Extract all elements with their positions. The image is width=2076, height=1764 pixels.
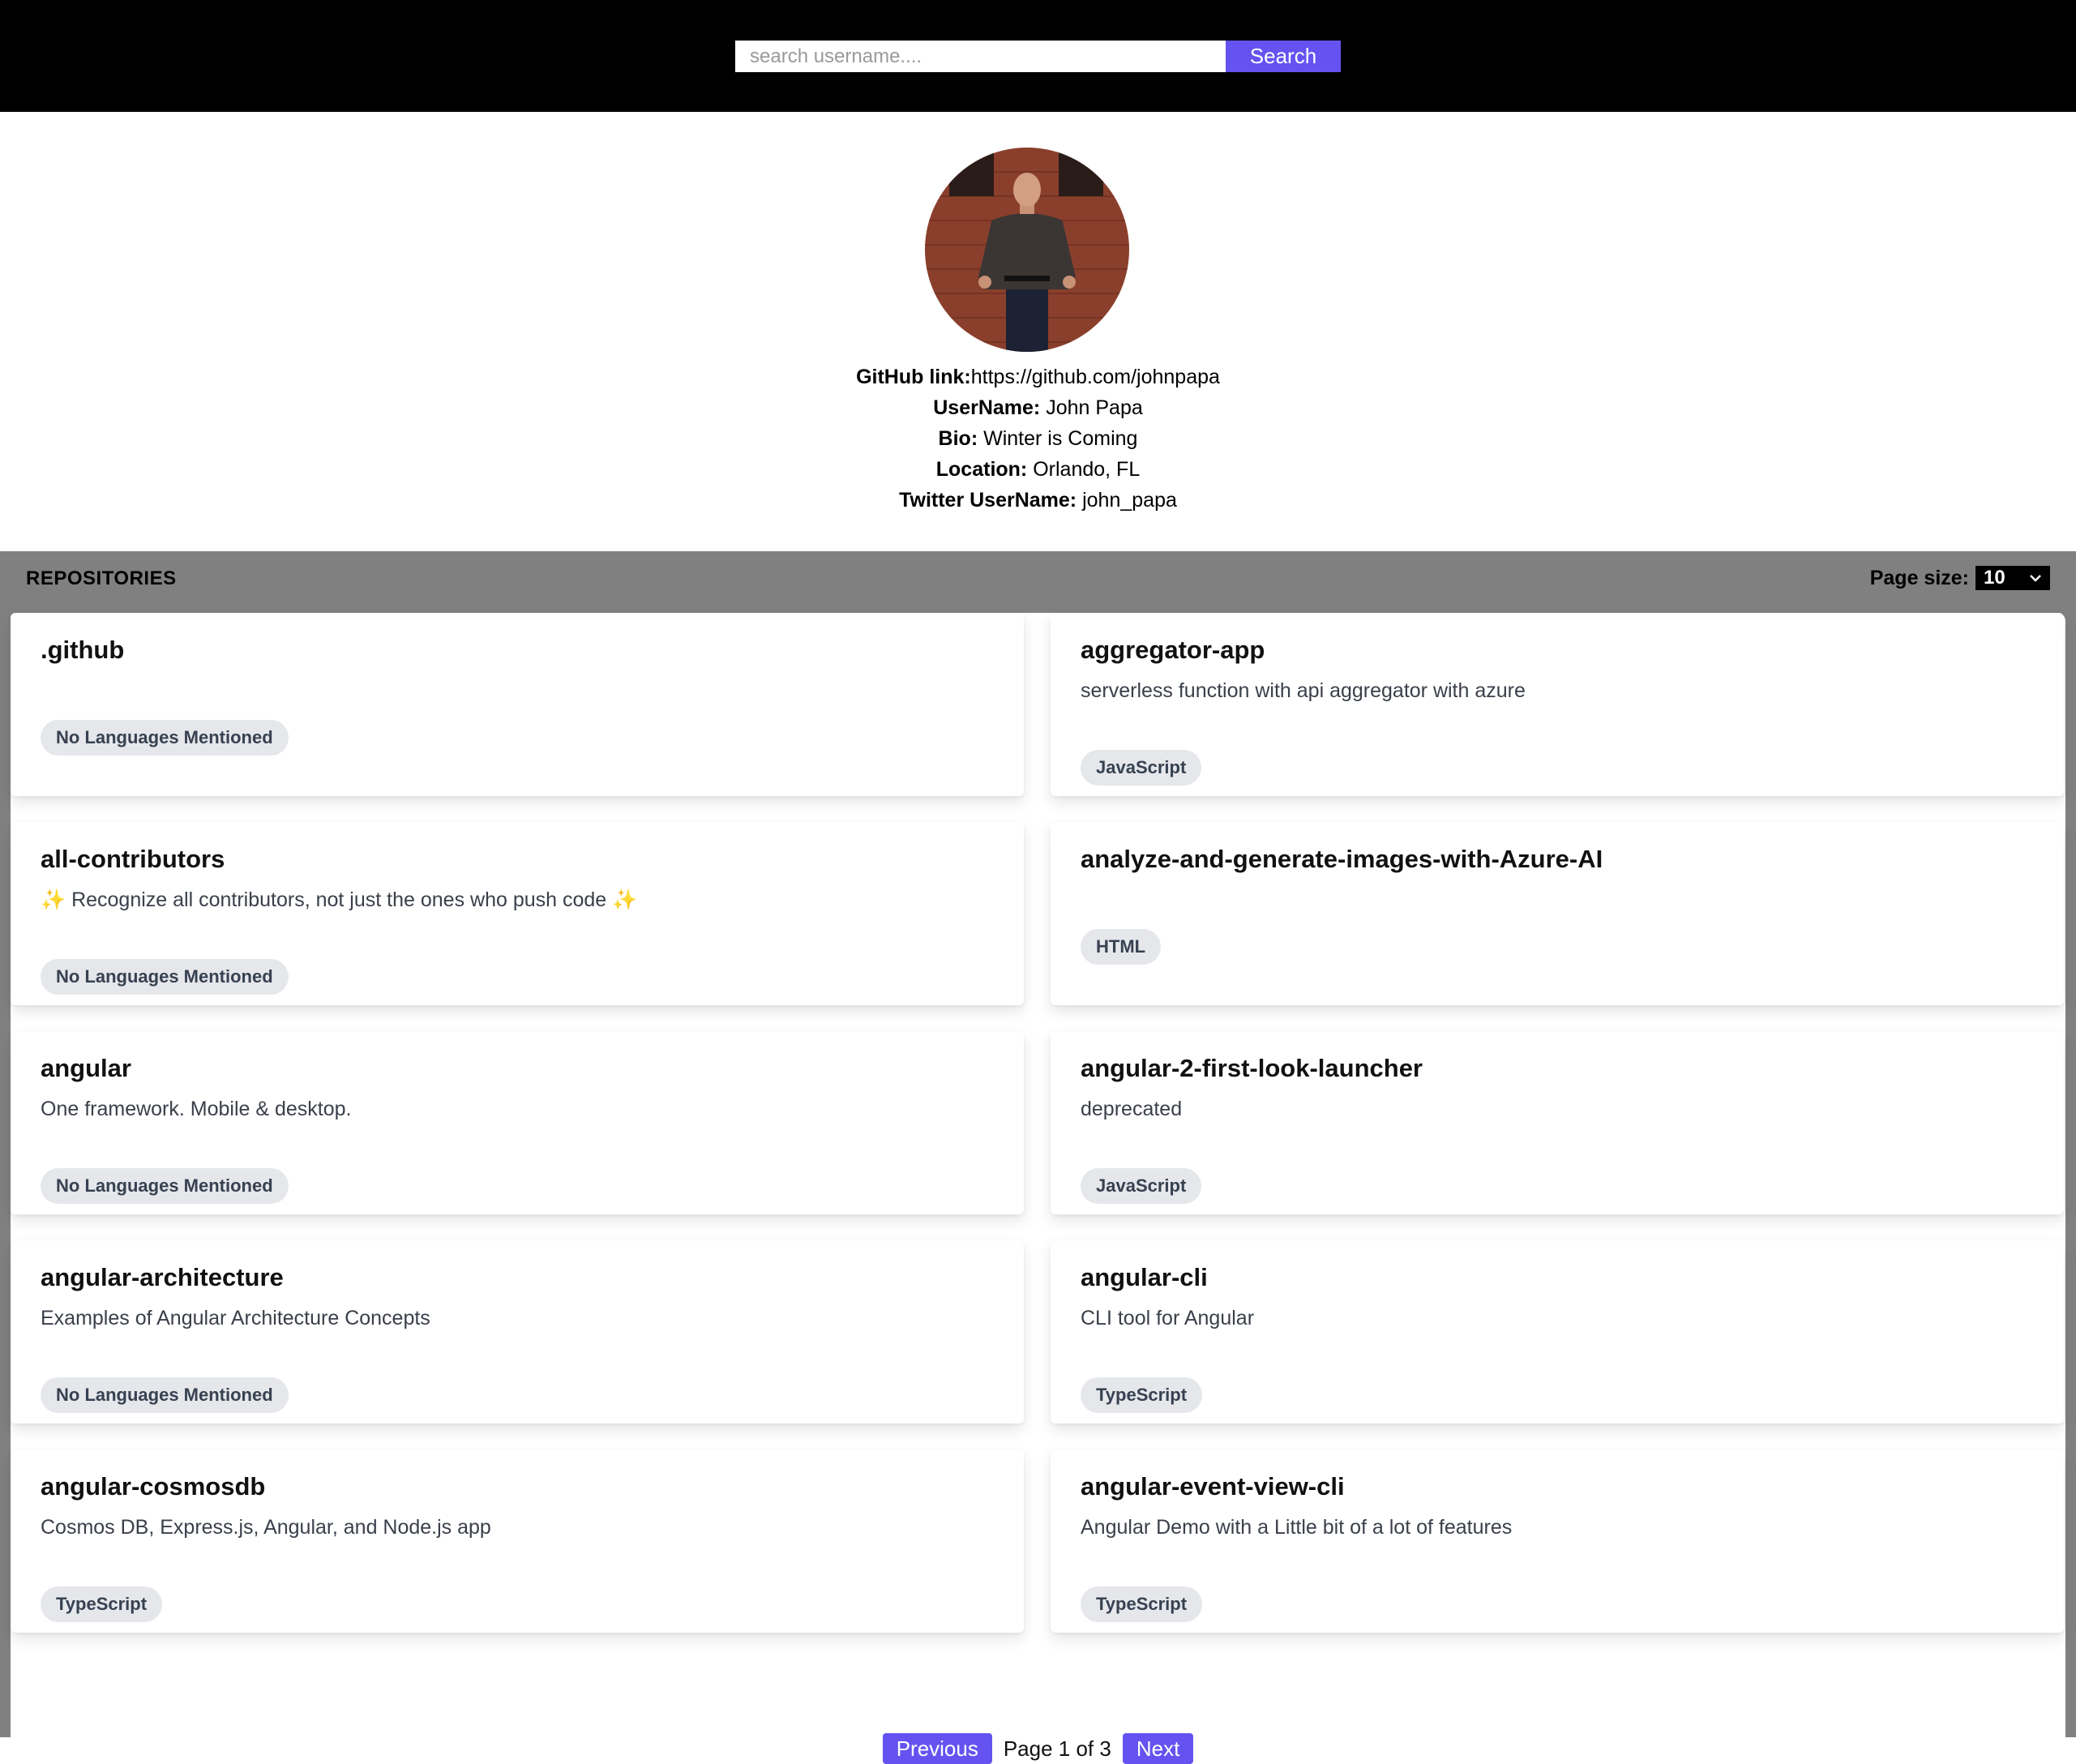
repo-description: serverless function with api aggregator … xyxy=(1081,679,1526,702)
repo-description: Cosmos DB, Express.js, Angular, and Node… xyxy=(41,1516,491,1539)
bio-row: Bio: Winter is Coming xyxy=(0,423,2076,454)
page-status: Page 1 of 3 xyxy=(1003,1736,1111,1761)
repo-description: Angular Demo with a Little bit of a lot … xyxy=(1081,1516,1513,1539)
repo-card[interactable]: all-contributors ✨ Recognize all contrib… xyxy=(11,822,1024,1005)
repo-name[interactable]: angular-2-first-look-launcher xyxy=(1081,1054,1423,1083)
bio-label: Bio: xyxy=(938,427,978,450)
page-size-control: Page size: 10 xyxy=(1870,566,2050,590)
repo-card[interactable]: .github No Languages Mentioned xyxy=(11,613,1024,796)
repo-name[interactable]: analyze-and-generate-images-with-Azure-A… xyxy=(1081,845,1603,874)
repo-name[interactable]: .github xyxy=(41,636,124,665)
language-badge: TypeScript xyxy=(1081,1586,1203,1622)
repo-description: CLI tool for Angular xyxy=(1081,1307,1255,1329)
language-badge: HTML xyxy=(1081,929,1162,965)
repo-card[interactable]: angular-cli CLI tool for Angular TypeScr… xyxy=(1051,1240,2064,1424)
repo-name[interactable]: angular xyxy=(41,1054,131,1083)
repo-name[interactable]: all-contributors xyxy=(41,845,225,874)
repo-description: One framework. Mobile & desktop. xyxy=(41,1098,352,1120)
language-badge: TypeScript xyxy=(1081,1377,1203,1413)
repo-card[interactable]: analyze-and-generate-images-with-Azure-A… xyxy=(1051,822,2064,1005)
language-badge: TypeScript xyxy=(41,1586,163,1622)
twitter-value: john_papa xyxy=(1082,489,1177,512)
repo-card[interactable]: angular-cosmosdb Cosmos DB, Express.js, … xyxy=(11,1449,1024,1633)
github-link-row: GitHub link:https://github.com/johnpapa xyxy=(0,362,2076,392)
username-row: UserName: John Papa xyxy=(0,392,2076,423)
chevron-down-icon xyxy=(2030,575,2041,582)
previous-button[interactable]: Previous xyxy=(882,1733,992,1764)
language-badge: No Languages Mentioned xyxy=(41,959,289,995)
repo-name[interactable]: angular-cli xyxy=(1081,1263,1208,1292)
search-input[interactable] xyxy=(735,41,1226,72)
repo-name[interactable]: angular-architecture xyxy=(41,1263,284,1292)
repo-card[interactable]: aggregator-app serverless function with … xyxy=(1051,613,2064,796)
top-bar: Search xyxy=(0,0,2076,112)
language-badge: JavaScript xyxy=(1081,1168,1202,1204)
github-link-value[interactable]: https://github.com/johnpapa xyxy=(971,366,1220,388)
twitter-label: Twitter UserName: xyxy=(899,489,1077,512)
next-button[interactable]: Next xyxy=(1122,1733,1194,1764)
avatar-photo xyxy=(925,148,1129,352)
pagination: Previous Page 1 of 3 Next xyxy=(11,1733,2065,1764)
location-row: Location: Orlando, FL xyxy=(0,454,2076,485)
search-button[interactable]: Search xyxy=(1226,41,1341,72)
search-form: Search xyxy=(735,41,1341,72)
language-badge: No Languages Mentioned xyxy=(41,720,289,756)
repo-card[interactable]: angular-event-view-cli Angular Demo with… xyxy=(1051,1449,2064,1633)
page-size-label: Page size: xyxy=(1869,566,1969,589)
repo-name[interactable]: angular-event-view-cli xyxy=(1081,1472,1345,1501)
location-value: Orlando, FL xyxy=(1033,458,1141,481)
repo-name[interactable]: angular-cosmosdb xyxy=(41,1472,265,1501)
language-badge: No Languages Mentioned xyxy=(41,1168,289,1204)
avatar xyxy=(925,148,1129,352)
page-size-select[interactable]: 10 xyxy=(1975,566,2050,590)
username-value: John Papa xyxy=(1046,396,1143,419)
profile-info: GitHub link:https://github.com/johnpapa … xyxy=(0,362,2076,516)
repositories-title: REPOSITORIES xyxy=(26,567,177,589)
repo-description: ✨ Recognize all contributors, not just t… xyxy=(41,888,638,911)
profile-section: GitHub link:https://github.com/johnpapa … xyxy=(0,112,2076,551)
repo-card[interactable]: angular One framework. Mobile & desktop.… xyxy=(11,1031,1024,1214)
repo-name[interactable]: aggregator-app xyxy=(1081,636,1265,665)
language-badge: No Languages Mentioned xyxy=(41,1377,289,1413)
repo-description: Examples of Angular Architecture Concept… xyxy=(41,1307,430,1329)
repo-card[interactable]: angular-2-first-look-launcher deprecated… xyxy=(1051,1031,2064,1214)
repo-card[interactable]: angular-architecture Examples of Angular… xyxy=(11,1240,1024,1424)
repositories-section: REPOSITORIES Page size: 10 .github No La… xyxy=(0,551,2076,1764)
page-size-value: 10 xyxy=(1984,567,2005,589)
location-label: Location: xyxy=(935,458,1028,481)
repo-description: deprecated xyxy=(1081,1098,1183,1120)
language-badge: JavaScript xyxy=(1081,750,1202,786)
repositories-panel: .github No Languages Mentioned aggregato… xyxy=(11,613,2065,1764)
bio-value: Winter is Coming xyxy=(983,427,1138,450)
username-label: UserName: xyxy=(933,396,1041,419)
github-link-label: GitHub link: xyxy=(856,366,971,388)
twitter-row: Twitter UserName: john_papa xyxy=(0,485,2076,516)
